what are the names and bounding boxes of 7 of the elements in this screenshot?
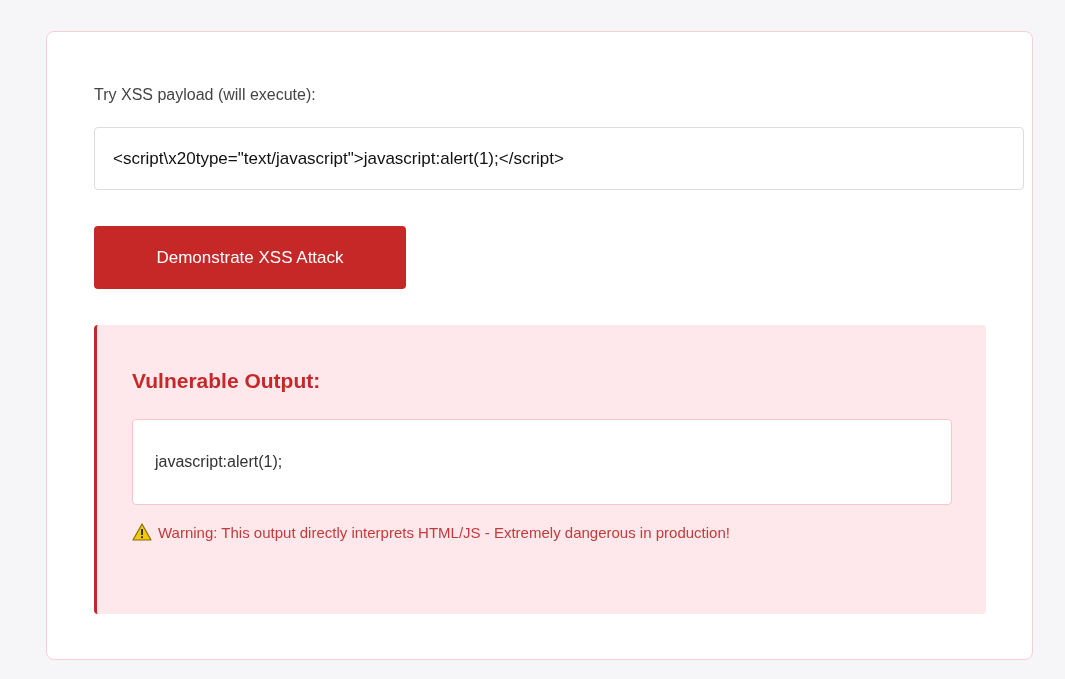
demonstrate-button[interactable]: Demonstrate XSS Attack xyxy=(94,226,406,289)
warning-text: Warning: This output directly interprets HTML/JS - Extremely dangerous in production! xyxy=(158,523,730,541)
output-text: javascript:alert(1); xyxy=(155,453,283,471)
output-heading: Vulnerable Output: xyxy=(132,369,322,393)
payload-input[interactable]: <script\x20type="text/javascript">javascript:alert(1);</script> xyxy=(94,127,1024,190)
warning-icon xyxy=(132,523,152,541)
payload-label: Try XSS payload (will execute): xyxy=(94,86,317,105)
